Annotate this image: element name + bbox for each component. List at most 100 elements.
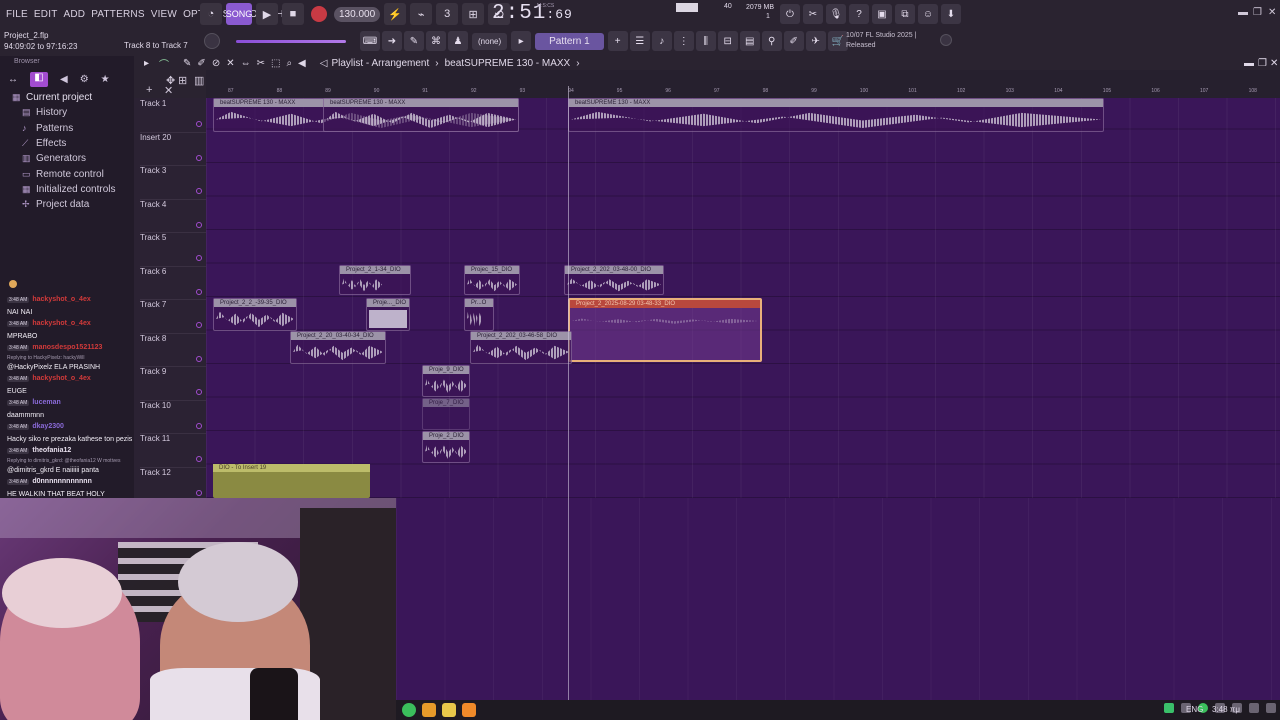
- pl-close-icon[interactable]: ✕: [1270, 58, 1278, 69]
- globe-icon[interactable]: [940, 34, 952, 46]
- playlist-icon[interactable]: ☰: [629, 31, 650, 51]
- stamp-icon[interactable]: ♟: [448, 31, 468, 51]
- browser-item-patterns[interactable]: ♪ Patterns: [0, 121, 134, 136]
- track-mute-dot[interactable]: [196, 121, 202, 127]
- browser-item-initialized-controls[interactable]: ▦ Initialized controls: [0, 182, 134, 197]
- playlist-clip[interactable]: Project_2_202_03-48-00_DIO: [564, 265, 664, 295]
- browser-filter-icon[interactable]: ◧: [30, 71, 48, 87]
- chat-username[interactable]: theofania12: [32, 447, 71, 454]
- taskbar-clock[interactable]: 3:48 πμ: [1212, 705, 1240, 714]
- browser-item-effects[interactable]: ⟋ Effects: [0, 136, 134, 151]
- countdown-icon[interactable]: 3: [436, 3, 459, 25]
- timeline-ruler[interactable]: 87 88 89 90 91 92 93 94 95 96 97 98 99 100 101 102 103 10…: [206, 70, 1280, 98]
- track-mute-dot[interactable]: [196, 322, 202, 328]
- add-pattern-icon[interactable]: +: [607, 31, 628, 51]
- step-edit-icon[interactable]: ⊞: [462, 3, 485, 25]
- track-mute-dot[interactable]: [196, 355, 202, 362]
- cpu-knob-icon[interactable]: ◔: [200, 3, 222, 25]
- track-header[interactable]: Insert 20: [140, 133, 206, 166]
- track-mute-dot[interactable]: [196, 489, 202, 496]
- pattern-song-toggle[interactable]: SONG: [226, 3, 252, 25]
- vlc-icon[interactable]: [422, 703, 436, 717]
- playlist-clip[interactable]: Project_2_2025-08-29 03-48-33_DIO: [568, 298, 762, 362]
- playlist-clip[interactable]: beatSUPREME 130 - MAXX: [568, 98, 1104, 132]
- playlist-clip[interactable]: Proje..._DIO: [366, 298, 410, 331]
- delete-tool-icon[interactable]: ⊘: [212, 58, 220, 69]
- track-header[interactable]: Track 10: [140, 401, 206, 434]
- plugin-db-icon[interactable]: ⊟: [717, 31, 738, 51]
- save-icon[interactable]: ▣: [872, 4, 892, 24]
- tempo-display[interactable]: 130.000: [334, 6, 381, 22]
- back-icon[interactable]: ◀: [60, 74, 68, 85]
- arrow-icon[interactable]: ➜: [382, 31, 402, 51]
- project-icon[interactable]: ▤: [739, 31, 760, 51]
- snap-selector[interactable]: (none): [472, 32, 508, 50]
- metronome-icon[interactable]: ⚡: [384, 3, 407, 25]
- playlist-clip[interactable]: Proje_2_DIO: [422, 431, 470, 463]
- track-header[interactable]: Track 6: [140, 267, 206, 300]
- stop-button[interactable]: ■: [282, 3, 304, 25]
- record-button[interactable]: [311, 6, 327, 22]
- playlist-clip[interactable]: beatSUPREME 130 - MAXX: [323, 98, 519, 132]
- browser-item-remote-control[interactable]: ▭ Remote control: [0, 166, 134, 181]
- tray-obs-icon[interactable]: [1266, 703, 1276, 713]
- track-header[interactable]: Track 11: [140, 434, 206, 468]
- draw-tool-icon[interactable]: ✎: [183, 58, 191, 69]
- nvidia-icon[interactable]: [1164, 703, 1174, 713]
- wait-input-icon[interactable]: ⌁: [410, 3, 433, 25]
- magnet-icon[interactable]: ⌒: [159, 56, 169, 71]
- browser-item-current-project[interactable]: ▦ Current project: [0, 90, 134, 105]
- master-pitch-knob[interactable]: [204, 33, 220, 49]
- chat-username[interactable]: hackyshot_o_4ex: [32, 375, 90, 382]
- add-track-icon[interactable]: +: [146, 84, 152, 96]
- playlist-clip[interactable]: Project_2_20_03-40-34_DIO: [290, 331, 386, 364]
- chat-icon[interactable]: ☺: [918, 4, 938, 24]
- close-icon[interactable]: ✕: [1268, 7, 1276, 18]
- playback-tool-icon[interactable]: ◀: [298, 58, 306, 69]
- star-icon[interactable]: ★: [101, 74, 110, 85]
- plug-icon[interactable]: ⚲: [761, 31, 782, 51]
- menu-file[interactable]: FILE: [6, 9, 28, 20]
- tray-cloud-icon[interactable]: [1249, 703, 1259, 713]
- slice-tool-icon[interactable]: ✂: [257, 58, 265, 69]
- time-display[interactable]: 2:51:69: [492, 2, 573, 25]
- track-mute-dot[interactable]: [196, 456, 202, 462]
- browser-item-generators[interactable]: ▥ Generators: [0, 151, 134, 166]
- browser-item-history[interactable]: ▤ History: [0, 105, 134, 120]
- pl-minimize-icon[interactable]: ▬: [1244, 58, 1254, 69]
- chat-username[interactable]: hackyshot_o_4ex: [32, 320, 90, 327]
- track-mute-dot[interactable]: [196, 154, 202, 161]
- playlist-clip[interactable]: Projec_15_DIO: [464, 265, 520, 295]
- minimize-icon[interactable]: ▬: [1238, 7, 1248, 18]
- track-mute-dot[interactable]: [196, 389, 202, 395]
- mute-tool-icon[interactable]: ✕: [226, 58, 234, 69]
- paint-tool-icon[interactable]: ✐: [197, 58, 205, 69]
- mixer-icon[interactable]: ✂: [803, 4, 823, 24]
- track-mute-dot[interactable]: [196, 188, 202, 194]
- menu-add[interactable]: ADD: [64, 9, 86, 20]
- news-panel[interactable]: 10/07 FL Studio 2025 | Released: [846, 31, 916, 51]
- breadcrumb-playlist[interactable]: Playlist - Arrangement: [331, 58, 429, 69]
- pl-restore-icon[interactable]: ❐: [1258, 58, 1267, 69]
- language-indicator[interactable]: ENG: [1186, 705, 1203, 714]
- piano-roll-icon[interactable]: ♪: [651, 31, 672, 51]
- track-mute-dot[interactable]: [196, 288, 202, 295]
- menu-patterns[interactable]: PATTERNS: [91, 9, 144, 20]
- playlist-clip[interactable]: Project_2_1-34_DIO: [339, 265, 411, 295]
- select-tool-icon[interactable]: ⬚: [271, 58, 280, 69]
- playlist-menu-icon[interactable]: ▸: [144, 58, 149, 69]
- chat-username[interactable]: hackyshot_o_4ex: [32, 296, 90, 303]
- playhead[interactable]: [568, 86, 569, 706]
- breadcrumb-pattern[interactable]: beatSUPREME 130 - MAXX: [445, 58, 571, 69]
- pattern-selector[interactable]: Pattern 1: [535, 32, 604, 50]
- playlist-clip[interactable]: Project_2_2_-39-35_DIO: [213, 298, 297, 331]
- track-mute-dot[interactable]: [196, 221, 202, 228]
- track-header[interactable]: Track 1: [140, 99, 206, 133]
- playlist-clip[interactable]: Project_2_202_03-46-58_DIO: [470, 331, 572, 364]
- track-header[interactable]: Track 3: [140, 166, 206, 200]
- mic-icon[interactable]: 🎙: [826, 4, 846, 24]
- help-icon[interactable]: ?: [849, 4, 869, 24]
- playlist-grid-lower[interactable]: [396, 498, 1280, 700]
- slip-tool-icon[interactable]: ⇔: [241, 58, 251, 69]
- grid-icon[interactable]: ⊞: [178, 74, 187, 87]
